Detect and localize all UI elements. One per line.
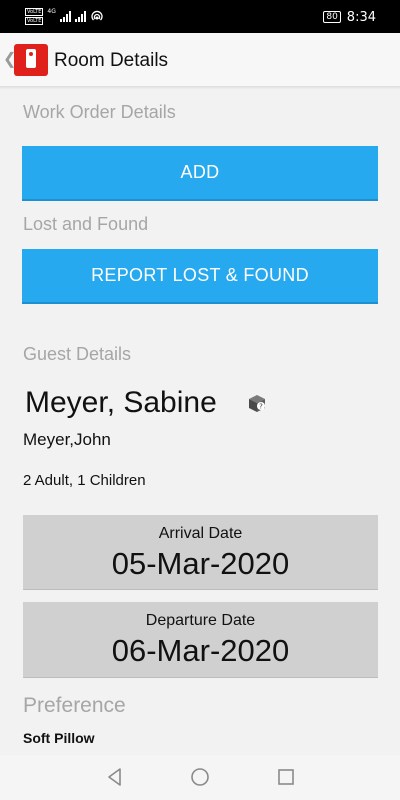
co-guest-name: Meyer,John — [23, 430, 111, 449]
system-nav-bar — [0, 755, 400, 800]
signal-icon-2 — [74, 10, 86, 22]
page-title: Room Details — [54, 50, 169, 71]
departure-date-card: Departure Date 06-Mar-2020 — [23, 602, 378, 678]
room-tag-icon[interactable] — [14, 44, 48, 76]
departure-date-value: 06-Mar-2020 — [111, 633, 290, 668]
status-bar-left: VoLTE VoLTE 4G — [25, 6, 104, 26]
preference-value: Soft Pillow — [23, 730, 95, 746]
report-lost-found-button[interactable]: REPORT LOST & FOUND — [22, 249, 378, 304]
home-circle-icon[interactable] — [189, 766, 211, 788]
svg-text:?: ? — [259, 403, 263, 411]
signal-icon — [59, 10, 71, 22]
guest-details-section-label: Guest Details — [23, 344, 132, 364]
recents-square-icon[interactable] — [275, 766, 297, 788]
departure-date-label: Departure Date — [145, 612, 256, 629]
battery-icon: 80 — [323, 11, 341, 23]
preference-section-label: Preference — [23, 694, 126, 717]
volte-badge-1: VoLTE — [25, 7, 44, 16]
back-triangle-icon[interactable] — [104, 766, 126, 788]
volte-indicators: VoLTE VoLTE — [25, 7, 44, 25]
work-order-section-label: Work Order Details — [23, 102, 176, 122]
add-work-order-button[interactable]: ADD — [22, 146, 378, 201]
status-clock: 8:34 — [346, 9, 376, 25]
status-bar: VoLTE VoLTE 4G 80 8:34 — [0, 0, 400, 33]
volte-badge-2: VoLTE — [25, 16, 44, 25]
arrival-date-card: Arrival Date 05-Mar-2020 — [23, 515, 378, 590]
guest-occupancy: 2 Adult, 1 Children — [23, 472, 146, 489]
guest-profile-icon[interactable]: ? — [246, 392, 268, 414]
arrival-date-value: 05-Mar-2020 — [111, 546, 290, 581]
status-bar-right: 80 8:34 — [323, 8, 376, 26]
arrival-date-label: Arrival Date — [158, 525, 243, 542]
network-type-label: 4G — [47, 8, 56, 15]
app-bar: ❮ Room Details — [0, 33, 400, 87]
guest-name: Meyer, Sabine — [25, 386, 217, 419]
lost-found-section-label: Lost and Found — [23, 214, 149, 234]
wifi-hotspot-icon — [91, 10, 103, 21]
